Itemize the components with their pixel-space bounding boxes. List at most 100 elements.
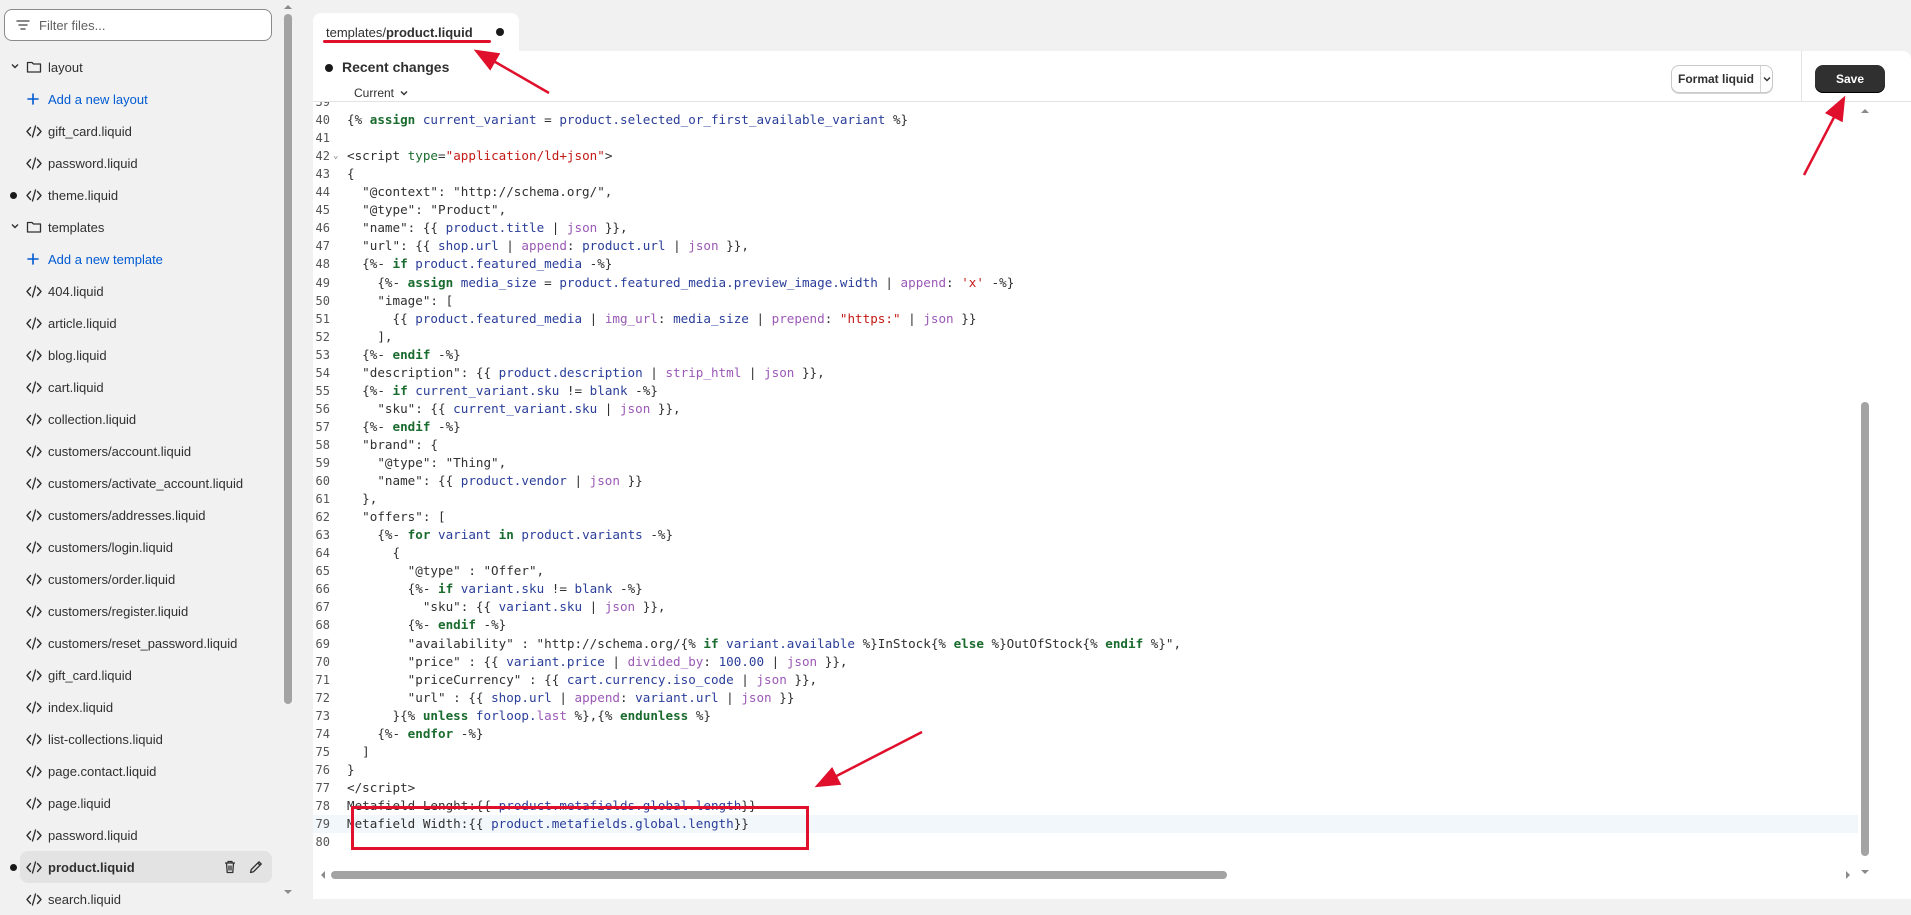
scroll-down-icon[interactable]: [1860, 867, 1870, 877]
code-line[interactable]: 40 {% assign current_variant = product.se…: [313, 111, 1858, 129]
add-a-new-layout-link[interactable]: Add a new layout: [0, 83, 276, 115]
code-line[interactable]: 53 {%- endif -%}: [313, 346, 1858, 364]
header-divider: [1801, 51, 1802, 101]
code-line[interactable]: 51 {{ product.featured_media | img_url: …: [313, 310, 1858, 328]
code-file-icon: [26, 765, 42, 778]
horizontal-scrollbar[interactable]: [313, 868, 1858, 881]
code-line[interactable]: 62 "offers": [: [313, 508, 1858, 526]
scroll-down-icon[interactable]: [283, 887, 293, 897]
code-line[interactable]: 42 ⌄ <script type="application/ld+json">: [313, 147, 1858, 165]
file-item-404-liquid[interactable]: 404.liquid: [0, 275, 276, 307]
file-item-customers-activate-account-liquid[interactable]: customers/activate_account.liquid: [0, 467, 276, 499]
file-item-theme-liquid[interactable]: theme.liquid: [0, 179, 276, 211]
code-line[interactable]: 73 }{% unless forloop.last %},{% endunle…: [313, 707, 1858, 725]
file-item-product-liquid[interactable]: product.liquid: [10, 851, 272, 883]
code-line[interactable]: 76}: [313, 761, 1858, 779]
scroll-right-icon[interactable]: [1843, 870, 1853, 880]
file-item-gift-card-liquid[interactable]: gift_card.liquid: [0, 659, 276, 691]
vertical-scrollbar[interactable]: [1858, 102, 1871, 881]
vertical-scroll-thumb[interactable]: [1861, 402, 1869, 856]
line-number: 61: [315, 492, 330, 507]
file-item-customers-order-liquid[interactable]: customers/order.liquid: [0, 563, 276, 595]
save-button[interactable]: Save: [1815, 65, 1885, 93]
code-line[interactable]: 60 "name": {{ product.vendor | json }}: [313, 472, 1858, 490]
fold-chevron-icon[interactable]: ⌄: [333, 147, 338, 165]
file-item-customers-login-liquid[interactable]: customers/login.liquid: [0, 531, 276, 563]
file-item-search-liquid[interactable]: search.liquid: [0, 883, 276, 915]
horizontal-scroll-thumb[interactable]: [331, 871, 1227, 879]
code-line[interactable]: 43 {: [313, 165, 1858, 183]
pencil-icon[interactable]: [248, 859, 264, 875]
file-item-page-liquid[interactable]: page.liquid: [0, 787, 276, 819]
file-item-blog-liquid[interactable]: blog.liquid: [0, 339, 276, 371]
file-item-password-liquid[interactable]: password.liquid: [0, 147, 276, 179]
format-liquid-button[interactable]: Format liquid: [1672, 66, 1761, 92]
code-line[interactable]: 64 {: [313, 544, 1858, 562]
chevron-down-icon: [1763, 77, 1770, 82]
code-line[interactable]: 75 ]: [313, 743, 1858, 761]
code-line[interactable]: 67 "sku": {{ variant.sku | json }},: [313, 598, 1858, 616]
file-item-label: product.liquid: [48, 860, 135, 875]
code-text: {%- if variant.sku != blank -%}: [347, 581, 643, 597]
version-select[interactable]: Current: [354, 86, 409, 100]
code-line[interactable]: 63 {%- for variant in product.variants -…: [313, 526, 1858, 544]
code-line[interactable]: 65 "@type" : "Offer",: [313, 562, 1858, 580]
code-line[interactable]: 66 {%- if variant.sku != blank -%}: [313, 580, 1858, 598]
file-item-customers-register-liquid[interactable]: customers/register.liquid: [0, 595, 276, 627]
code-line[interactable]: 56 "sku": {{ current_variant.sku | json …: [313, 400, 1858, 418]
sidebar-scroll-thumb[interactable]: [284, 14, 292, 704]
chevron-down-icon: [11, 64, 19, 69]
code-line[interactable]: 61 },: [313, 490, 1858, 508]
code-line[interactable]: 52 ],: [313, 328, 1858, 346]
chevron-down-icon: [400, 91, 408, 96]
file-item-list-collections-liquid[interactable]: list-collections.liquid: [0, 723, 276, 755]
code-file-icon: [26, 733, 42, 746]
code-line[interactable]: 70 "price" : {{ variant.price | divided_…: [313, 653, 1858, 671]
code-line[interactable]: 59 "@type": "Thing",: [313, 454, 1858, 472]
code-line[interactable]: 45 "@type": "Product",: [313, 201, 1858, 219]
scroll-up-icon[interactable]: [1860, 106, 1870, 116]
code-line[interactable]: 50 "image": [: [313, 292, 1858, 310]
file-item-cart-liquid[interactable]: cart.liquid: [0, 371, 276, 403]
code-line[interactable]: 46 "name": {{ product.title | json }},: [313, 219, 1858, 237]
code-line[interactable]: 41: [313, 129, 1858, 147]
folder-layout[interactable]: layout: [0, 51, 276, 83]
code-editor[interactable]: 39 40 {% assign current_variant = product.…: [313, 102, 1858, 881]
file-item-customers-account-liquid[interactable]: customers/account.liquid: [0, 435, 276, 467]
file-item-collection-liquid[interactable]: collection.liquid: [0, 403, 276, 435]
code-line[interactable]: 48 {%- if product.featured_media -%}: [313, 255, 1858, 273]
code-line[interactable]: 68 {%- endif -%}: [313, 616, 1858, 634]
filter-files-field[interactable]: [4, 9, 272, 41]
code-line[interactable]: 54 "description": {{ product.description…: [313, 364, 1858, 382]
filter-files-input[interactable]: [39, 17, 259, 33]
file-item-article-liquid[interactable]: article.liquid: [0, 307, 276, 339]
code-line[interactable]: 72 "url" : {{ shop.url | append: variant…: [313, 689, 1858, 707]
scroll-up-icon[interactable]: [283, 2, 293, 12]
code-line[interactable]: 47 "url": {{ shop.url | append: product.…: [313, 237, 1858, 255]
file-item-page-contact-liquid[interactable]: page.contact.liquid: [0, 755, 276, 787]
scroll-left-icon[interactable]: [318, 870, 328, 880]
file-item-gift-card-liquid[interactable]: gift_card.liquid: [0, 115, 276, 147]
sidebar-scrollbar[interactable]: [282, 0, 293, 899]
code-line[interactable]: 74 {%- endfor -%}: [313, 725, 1858, 743]
file-item-index-liquid[interactable]: index.liquid: [0, 691, 276, 723]
code-line[interactable]: 39: [313, 102, 1858, 111]
folder-templates[interactable]: templates: [0, 211, 276, 243]
tab-product-liquid[interactable]: templates/product.liquid: [313, 13, 519, 51]
line-number: 46: [315, 221, 330, 236]
code-line[interactable]: 55 {%- if current_variant.sku != blank -…: [313, 382, 1858, 400]
file-item-customers-reset-password-liquid[interactable]: customers/reset_password.liquid: [0, 627, 276, 659]
code-line[interactable]: 71 "priceCurrency" : {{ cart.currency.is…: [313, 671, 1858, 689]
file-item-password-liquid[interactable]: password.liquid: [0, 819, 276, 851]
add-a-new-template-link[interactable]: Add a new template: [0, 243, 276, 275]
trash-icon[interactable]: [222, 859, 238, 875]
code-line[interactable]: 49 {%- assign media_size = product.featu…: [313, 274, 1858, 292]
file-item-customers-addresses-liquid[interactable]: customers/addresses.liquid: [0, 499, 276, 531]
code-line[interactable]: 57 {%- endif -%}: [313, 418, 1858, 436]
format-options-button[interactable]: [1761, 66, 1772, 92]
code-line[interactable]: 77 </script>: [313, 779, 1858, 797]
code-line[interactable]: 44 "@context": "http://schema.org/",: [313, 183, 1858, 201]
code-line[interactable]: 69 "availability" : "http://schema.org/{…: [313, 635, 1858, 653]
line-number: 74: [315, 726, 330, 741]
code-line[interactable]: 58 "brand": {: [313, 436, 1858, 454]
